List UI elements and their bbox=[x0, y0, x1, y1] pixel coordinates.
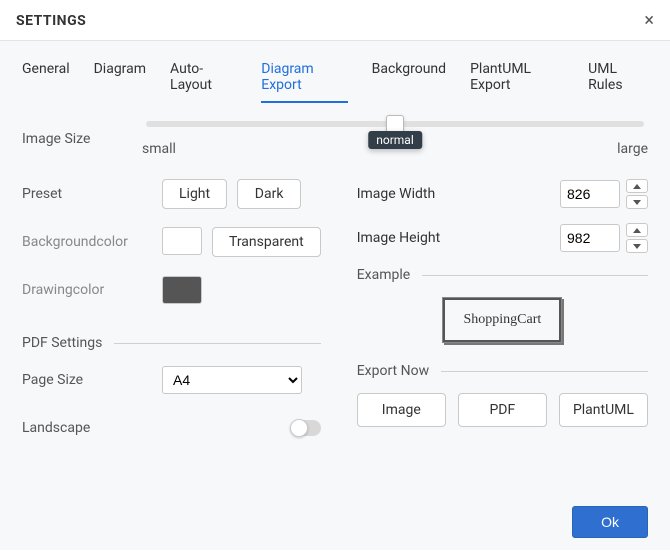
dialog-title: SETTINGS bbox=[16, 13, 86, 29]
tab-general[interactable]: General bbox=[22, 57, 70, 103]
image-height-row: Image Height bbox=[357, 223, 648, 253]
image-width-input[interactable] bbox=[560, 180, 620, 208]
export-now-label: Export Now bbox=[357, 363, 429, 379]
tab-strip: General Diagram Auto-Layout Diagram Expo… bbox=[22, 57, 648, 103]
tab-plantumlexport[interactable]: PlantUML Export bbox=[470, 57, 564, 103]
backgroundcolor-swatch[interactable] bbox=[162, 227, 202, 255]
close-icon[interactable]: × bbox=[644, 12, 654, 30]
preset-row: Preset Light Dark bbox=[22, 179, 321, 209]
dialog-footer: Ok bbox=[0, 494, 670, 550]
slider-track[interactable] bbox=[146, 121, 644, 127]
divider bbox=[114, 343, 320, 344]
preset-label: Preset bbox=[22, 186, 162, 202]
image-width-step-up[interactable] bbox=[626, 179, 648, 193]
backgroundcolor-transparent-button[interactable]: Transparent bbox=[212, 227, 321, 257]
settings-body: General Diagram Auto-Layout Diagram Expo… bbox=[0, 41, 670, 494]
slider-endlabels: small large bbox=[142, 141, 648, 157]
page-size-row: Page Size A4 bbox=[22, 365, 321, 395]
ok-button[interactable]: Ok bbox=[572, 506, 648, 538]
tab-diagram[interactable]: Diagram bbox=[94, 57, 146, 103]
backgroundcolor-label: Backgroundcolor bbox=[22, 234, 162, 250]
landscape-label: Landscape bbox=[22, 420, 162, 436]
image-width-row: Image Width bbox=[357, 179, 648, 209]
page-size-label: Page Size bbox=[22, 372, 162, 388]
tab-autolayout[interactable]: Auto-Layout bbox=[170, 57, 237, 103]
landscape-toggle[interactable] bbox=[291, 420, 321, 436]
slider-max-label: large bbox=[617, 141, 648, 157]
image-width-label: Image Width bbox=[357, 186, 560, 202]
pdf-settings-label: PDF Settings bbox=[22, 335, 102, 351]
tab-diagramexport[interactable]: Diagram Export bbox=[261, 57, 347, 103]
image-size-slider[interactable]: normal small large bbox=[142, 121, 648, 157]
titlebar: SETTINGS × bbox=[0, 0, 670, 41]
preset-dark-button[interactable]: Dark bbox=[237, 179, 301, 209]
example-preview: ShoppingCart bbox=[442, 297, 562, 343]
toggle-knob bbox=[290, 419, 308, 437]
drawingcolor-row: Drawingcolor bbox=[22, 275, 321, 305]
landscape-row: Landscape bbox=[22, 413, 321, 443]
pdf-settings-header: PDF Settings bbox=[22, 335, 321, 351]
tab-background[interactable]: Background bbox=[372, 57, 446, 103]
export-now-header: Export Now bbox=[357, 363, 648, 379]
image-height-step-up[interactable] bbox=[626, 223, 648, 237]
drawingcolor-label: Drawingcolor bbox=[22, 282, 162, 298]
export-image-button[interactable]: Image bbox=[357, 393, 446, 427]
image-height-label: Image Height bbox=[357, 230, 560, 246]
image-width-step-down[interactable] bbox=[626, 195, 648, 209]
image-size-row: Image Size normal small large bbox=[22, 121, 648, 157]
export-pdf-button[interactable]: PDF bbox=[458, 393, 547, 427]
divider bbox=[422, 275, 648, 276]
page-size-select[interactable]: A4 bbox=[162, 366, 302, 394]
tab-umlrules[interactable]: UML Rules bbox=[588, 57, 648, 103]
example-label: Example bbox=[357, 267, 410, 283]
example-text: ShoppingCart bbox=[463, 312, 541, 328]
export-buttons: Image PDF PlantUML bbox=[357, 393, 648, 427]
drawingcolor-swatch[interactable] bbox=[162, 276, 202, 304]
divider bbox=[441, 371, 648, 372]
image-height-step-down[interactable] bbox=[626, 239, 648, 253]
export-plantuml-button[interactable]: PlantUML bbox=[559, 393, 648, 427]
preset-light-button[interactable]: Light bbox=[162, 179, 227, 209]
backgroundcolor-row: Backgroundcolor Transparent bbox=[22, 227, 321, 257]
example-header: Example bbox=[357, 267, 648, 283]
image-height-input[interactable] bbox=[560, 224, 620, 252]
image-size-label: Image Size bbox=[22, 131, 142, 147]
slider-min-label: small bbox=[142, 141, 176, 157]
